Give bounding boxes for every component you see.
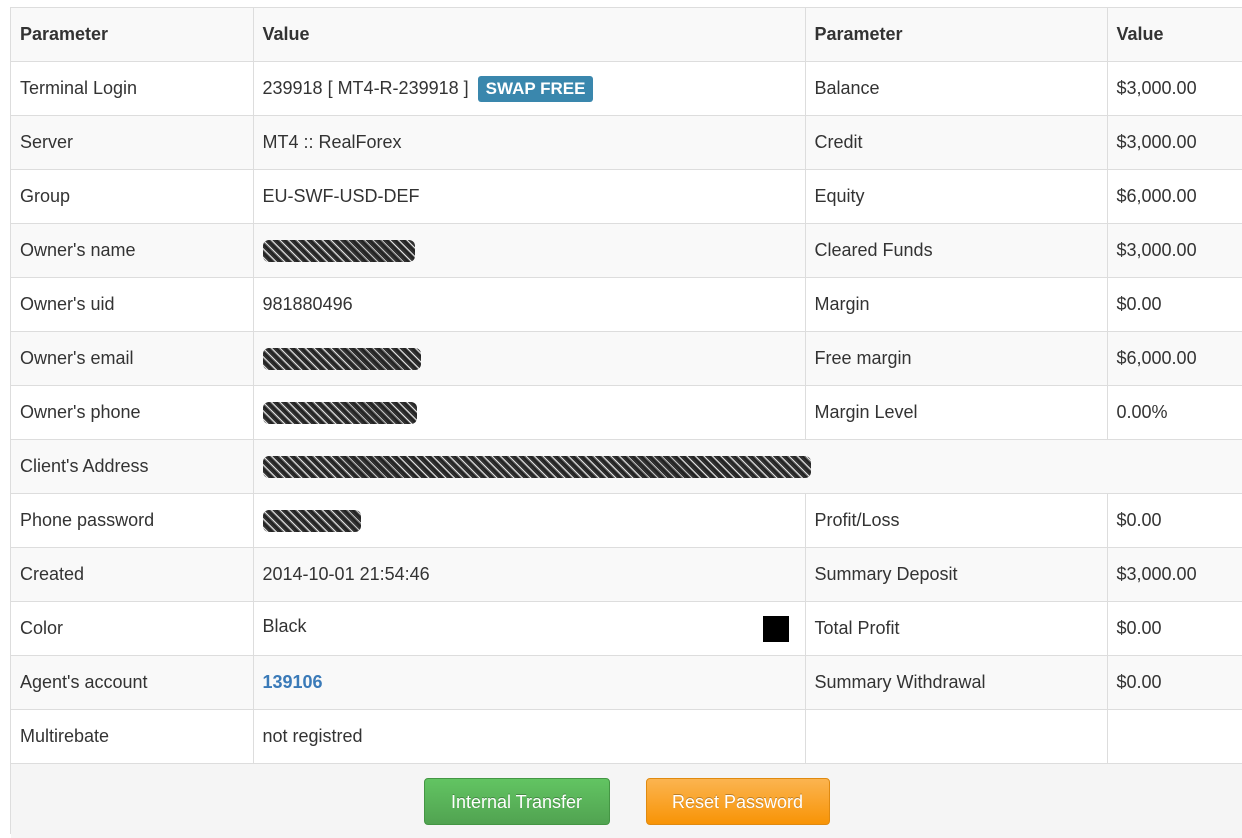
account-details-panel: Parameter Value Parameter Value Terminal…	[10, 7, 1242, 838]
label-free-margin: Free margin	[805, 331, 1108, 386]
label-margin: Margin	[805, 277, 1108, 332]
redacted-owners-name	[262, 239, 415, 262]
value-owners-uid: 981880496	[253, 277, 806, 332]
label-agents-account: Agent's account	[11, 655, 254, 710]
label-created: Created	[11, 547, 254, 602]
label-owners-email: Owner's email	[11, 331, 254, 386]
table-row: Group EU-SWF-USD-DEF Equity $6,000.00	[11, 169, 1242, 224]
label-terminal-login: Terminal Login	[11, 61, 254, 116]
table-row: Owner's email Free margin $6,000.00	[11, 331, 1242, 386]
table-row: Server MT4 :: RealForex Credit $3,000.00	[11, 115, 1242, 170]
label-multirebate: Multirebate	[11, 709, 254, 764]
value-margin-level: 0.00%	[1107, 385, 1242, 440]
label-summary-withdrawal: Summary Withdrawal	[805, 655, 1108, 710]
redacted-owners-phone	[262, 401, 417, 424]
table-row: Owner's phone Margin Level 0.00%	[11, 385, 1242, 440]
header-parameter-right: Parameter	[805, 8, 1108, 62]
value-total-profit: $0.00	[1107, 601, 1242, 656]
header-value-right: Value	[1107, 8, 1242, 62]
value-cleared-funds: $3,000.00	[1107, 223, 1242, 278]
value-margin: $0.00	[1107, 277, 1242, 332]
value-phone-password	[253, 493, 806, 548]
redacted-phone-password	[262, 509, 361, 532]
value-profit-loss: $0.00	[1107, 493, 1242, 548]
value-created: 2014-10-01 21:54:46	[253, 547, 806, 602]
label-credit: Credit	[805, 115, 1108, 170]
value-equity: $6,000.00	[1107, 169, 1242, 224]
value-server: MT4 :: RealForex	[253, 115, 806, 170]
table-header-row: Parameter Value Parameter Value	[11, 8, 1242, 62]
label-group: Group	[11, 169, 254, 224]
label-color: Color	[11, 601, 254, 656]
label-equity: Equity	[805, 169, 1108, 224]
label-clients-address: Client's Address	[11, 439, 254, 494]
value-group: EU-SWF-USD-DEF	[253, 169, 806, 224]
table-row: Phone password Profit/Loss $0.00	[11, 493, 1242, 548]
label-margin-level: Margin Level	[805, 385, 1108, 440]
label-owners-name: Owner's name	[11, 223, 254, 278]
header-parameter-left: Parameter	[11, 8, 254, 62]
table-row: Color Black Total Profit $0.00	[11, 601, 1242, 656]
redacted-clients-address	[262, 455, 811, 478]
table-row: Agent's account 139106 Summary Withdrawa…	[11, 655, 1242, 710]
label-server: Server	[11, 115, 254, 170]
label-cleared-funds: Cleared Funds	[805, 223, 1108, 278]
value-free-margin: $6,000.00	[1107, 331, 1242, 386]
color-text: Black	[262, 615, 307, 636]
table-row: Created 2014-10-01 21:54:46 Summary Depo…	[11, 547, 1242, 602]
internal-transfer-button[interactable]: Internal Transfer	[423, 778, 610, 825]
label-owners-uid: Owner's uid	[11, 277, 254, 332]
account-details-table: Parameter Value Parameter Value Terminal…	[11, 8, 1242, 764]
table-row: Owner's uid 981880496 Margin $0.00	[11, 277, 1242, 332]
table-row: Client's Address	[11, 439, 1242, 494]
label-owners-phone: Owner's phone	[11, 385, 254, 440]
table-row: Multirebate not registred	[11, 709, 1242, 764]
value-summary-deposit: $3,000.00	[1107, 547, 1242, 602]
value-color: Black	[253, 601, 806, 656]
label-phone-password: Phone password	[11, 493, 254, 548]
table-row: Terminal Login 239918 [ MT4-R-239918 ] S…	[11, 61, 1242, 116]
value-clients-address	[253, 439, 1242, 494]
empty-cell	[805, 709, 1108, 764]
label-summary-deposit: Summary Deposit	[805, 547, 1108, 602]
value-agents-account: 139106	[253, 655, 806, 710]
value-multirebate: not registred	[253, 709, 806, 764]
label-balance: Balance	[805, 61, 1108, 116]
empty-cell	[1107, 709, 1242, 764]
terminal-login-text: 239918 [ MT4-R-239918 ]	[262, 77, 469, 98]
value-balance: $3,000.00	[1107, 61, 1242, 116]
label-profit-loss: Profit/Loss	[805, 493, 1108, 548]
value-terminal-login: 239918 [ MT4-R-239918 ] SWAP FREE	[253, 61, 806, 116]
action-bar: Internal Transfer Reset Password	[11, 764, 1242, 838]
swap-free-badge: SWAP FREE	[477, 75, 594, 102]
value-owners-name	[253, 223, 806, 278]
table-row: Owner's name Cleared Funds $3,000.00	[11, 223, 1242, 278]
agents-account-link[interactable]: 139106	[263, 672, 323, 692]
value-owners-email	[253, 331, 806, 386]
value-owners-phone	[253, 385, 806, 440]
label-total-profit: Total Profit	[805, 601, 1108, 656]
reset-password-button[interactable]: Reset Password	[645, 778, 830, 825]
header-value-left: Value	[253, 8, 806, 62]
redacted-owners-email	[262, 347, 421, 370]
value-summary-withdrawal: $0.00	[1107, 655, 1242, 710]
color-swatch	[762, 615, 789, 642]
value-credit: $3,000.00	[1107, 115, 1242, 170]
